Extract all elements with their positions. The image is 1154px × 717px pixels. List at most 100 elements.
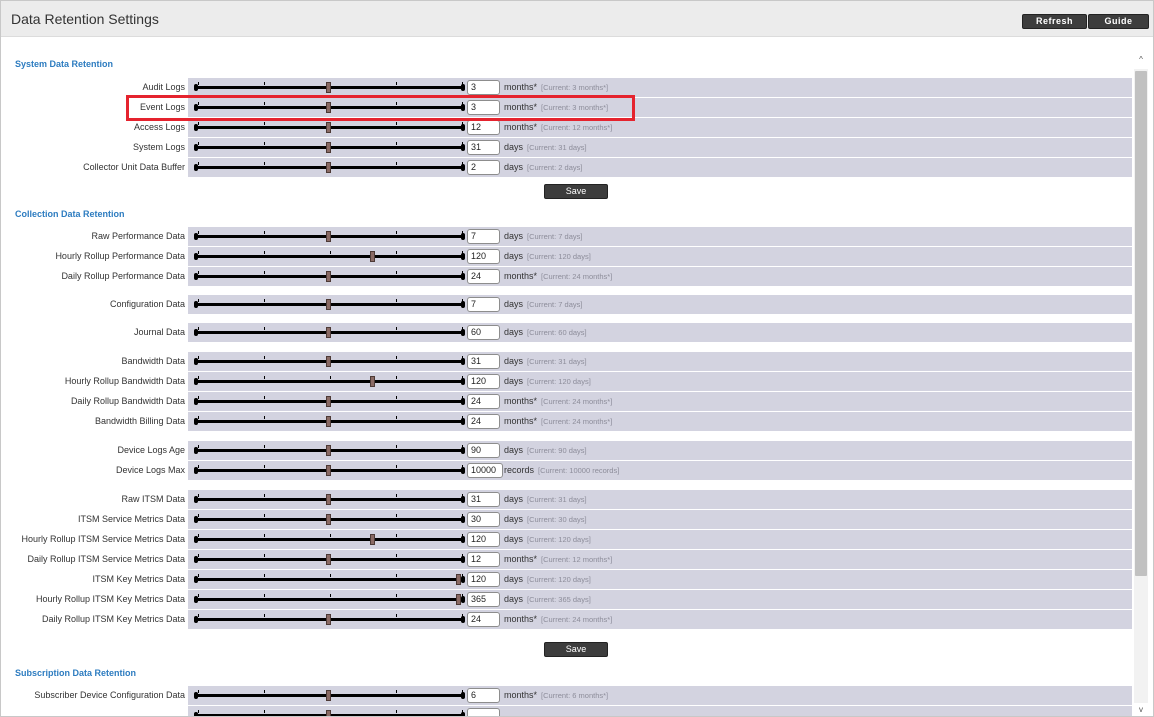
slider-thumb[interactable]	[326, 416, 331, 427]
current-value-text: [Current: 7 days]	[527, 232, 583, 241]
slider-tick	[462, 534, 463, 537]
retention-slider-track[interactable]	[196, 255, 464, 258]
slider-thumb[interactable]	[326, 445, 331, 456]
setting-label: Hourly Rollup Bandwidth Data	[64, 376, 185, 386]
slider-end-cap	[194, 616, 198, 623]
slider-thumb[interactable]	[326, 122, 331, 133]
slider-tick	[264, 271, 265, 274]
slider-thumb[interactable]	[326, 554, 331, 565]
retention-slider-track[interactable]	[196, 380, 464, 383]
setting-label: Subscriber Device Configuration Data	[34, 690, 185, 700]
retention-value-input[interactable]: 120	[467, 532, 500, 547]
slider-thumb[interactable]	[326, 82, 331, 93]
retention-value-input[interactable]: 24	[467, 269, 500, 284]
setting-label: Configuration Data	[109, 299, 185, 309]
slider-end-cap	[461, 301, 465, 308]
slider-thumb[interactable]	[326, 271, 331, 282]
retention-value-input[interactable]: 12	[467, 552, 500, 567]
retention-value-input[interactable]: 31	[467, 492, 500, 507]
slider-tick	[462, 416, 463, 419]
retention-value-input[interactable]: 60	[467, 325, 500, 340]
slider-end-cap	[461, 556, 465, 563]
retention-value-input[interactable]: 365	[467, 592, 500, 607]
slider-tick	[462, 376, 463, 379]
slider-thumb[interactable]	[326, 231, 331, 242]
slider-thumb[interactable]	[326, 396, 331, 407]
retention-value-input[interactable]: 24	[467, 612, 500, 627]
unit-text: days	[504, 299, 524, 309]
slider-thumb[interactable]	[326, 710, 331, 716]
retention-row: Bandwidth Billing Data 24 months* [Current:…	[7, 412, 1132, 431]
retention-value-input[interactable]: 10000	[467, 463, 503, 478]
slider-tick	[396, 271, 397, 274]
retention-row: Journal Data 60 days [Current: 60 days]	[7, 323, 1132, 342]
retention-slider-track[interactable]	[196, 598, 464, 601]
retention-value-input[interactable]: 90	[467, 443, 500, 458]
scrollbar-thumb[interactable]	[1135, 71, 1147, 576]
slider-thumb[interactable]	[326, 162, 331, 173]
save-button[interactable]: Save	[544, 184, 608, 199]
retention-row: Hourly Rollup ITSM Key Metrics Data 365 da…	[7, 590, 1132, 609]
slider-thumb[interactable]	[326, 514, 331, 525]
retention-value-input[interactable]	[467, 708, 500, 716]
slider-thumb[interactable]	[456, 594, 461, 605]
retention-value-input[interactable]: 3	[467, 80, 500, 95]
retention-value-input[interactable]: 30	[467, 512, 500, 527]
retention-value-input[interactable]: 120	[467, 374, 500, 389]
retention-value-input[interactable]: 12	[467, 120, 500, 135]
retention-row: Configuration Data 7 days [Current: 7 days]	[7, 295, 1132, 314]
slider-thumb[interactable]	[326, 327, 331, 338]
vertical-scrollbar[interactable]: ^ v	[1134, 54, 1148, 716]
retention-row: System Logs 31 days [Current: 31 days]	[7, 138, 1132, 157]
retention-slider-track[interactable]	[196, 578, 464, 581]
slider-tick	[198, 494, 199, 497]
slider-thumb[interactable]	[370, 534, 375, 545]
slider-end-cap	[194, 378, 198, 385]
slider-thumb[interactable]	[326, 494, 331, 505]
save-button[interactable]: Save	[544, 642, 608, 657]
retention-value-input[interactable]: 7	[467, 229, 500, 244]
slider-thumb[interactable]	[326, 356, 331, 367]
retention-value-input[interactable]: 31	[467, 140, 500, 155]
retention-value-input[interactable]: 6	[467, 688, 500, 703]
guide-button[interactable]: Guide	[1088, 14, 1149, 29]
slider-thumb[interactable]	[326, 465, 331, 476]
retention-value-input[interactable]: 24	[467, 414, 500, 429]
retention-value-input[interactable]: 120	[467, 572, 500, 587]
retention-value-input[interactable]: 120	[467, 249, 500, 264]
unit-text: days	[504, 534, 524, 544]
current-value-text: [Current: 31 days]	[527, 495, 587, 504]
setting-label: ITSM Service Metrics Data	[77, 514, 185, 524]
slider-tick	[198, 534, 199, 537]
retention-row: Hourly Rollup Performance Data 120 days [Cu…	[7, 247, 1132, 266]
unit-label: months* [Current: 12 months*]	[504, 122, 612, 132]
slider-end-cap	[194, 144, 198, 151]
unit-label: months* [Current: 24 months*]	[504, 271, 612, 281]
slider-end-cap	[461, 418, 465, 425]
current-value-text: [Current: 10000 records]	[538, 466, 620, 475]
retention-slider-track[interactable]	[196, 538, 464, 541]
slider-thumb[interactable]	[326, 142, 331, 153]
retention-value-input[interactable]: 7	[467, 297, 500, 312]
slider-tick	[198, 356, 199, 359]
chevron-up-icon[interactable]: ^	[1134, 54, 1148, 66]
retention-value-input[interactable]: 2	[467, 160, 500, 175]
slider-end-cap	[461, 358, 465, 365]
slider-end-cap	[194, 253, 198, 260]
refresh-button[interactable]: Refresh	[1022, 14, 1087, 29]
retention-value-input[interactable]: 24	[467, 394, 500, 409]
unit-label: days [Current: 7 days]	[504, 231, 582, 241]
slider-end-cap	[461, 447, 465, 454]
setting-label: System Logs	[132, 142, 185, 152]
slider-thumb[interactable]	[370, 376, 375, 387]
chevron-down-icon[interactable]: v	[1134, 704, 1148, 716]
slider-thumb[interactable]	[326, 690, 331, 701]
retention-settings-pane: System Data Retention Audit Logs 3 months*[…	[7, 50, 1148, 716]
slider-thumb[interactable]	[456, 574, 461, 585]
slider-thumb[interactable]	[370, 251, 375, 262]
retention-value-input[interactable]: 31	[467, 354, 500, 369]
slider-tick	[462, 445, 463, 448]
setting-label: Daily Rollup ITSM Service Metrics Data	[27, 554, 185, 564]
slider-thumb[interactable]	[326, 614, 331, 625]
slider-thumb[interactable]	[326, 299, 331, 310]
